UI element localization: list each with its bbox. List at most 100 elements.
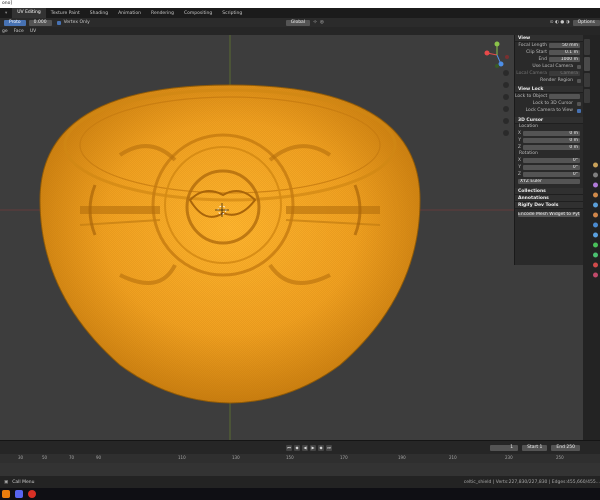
start-frame-label: Start [527, 444, 539, 450]
use-local-camera-checkbox[interactable] [577, 64, 581, 69]
cursor-z-field[interactable]: 0 m [523, 145, 580, 150]
workspace-tabs: ▾ UV Editing Texture Paint Shading Anima… [0, 8, 600, 18]
cursor-z-label: Z [517, 145, 521, 150]
menu-item-face[interactable]: Face [14, 29, 24, 34]
tick-label: 230 [505, 455, 513, 460]
sidebar-tab-item[interactable] [584, 39, 590, 55]
tab-animation[interactable]: Animation [113, 11, 146, 16]
rotation-z-field[interactable]: 0° [523, 172, 580, 177]
jump-end-icon[interactable]: ⏭ [326, 444, 333, 451]
mouse-icon: ▣ [4, 479, 9, 485]
window-title: ono] [2, 1, 13, 6]
browser-icon[interactable] [28, 490, 36, 498]
shield-mesh [39, 84, 421, 404]
clip-end-field[interactable]: 1000 m [549, 57, 580, 62]
rotation-x-field[interactable]: 0° [523, 158, 580, 163]
start-frame-field[interactable]: Start 1 [522, 444, 548, 451]
rotation-z-label: Z [517, 172, 521, 177]
texture-icon [593, 272, 598, 278]
end-frame-value: 250 [566, 444, 575, 450]
output-icon [593, 182, 598, 188]
menu-item-ge[interactable]: ge [2, 29, 8, 34]
menu-item-uv[interactable]: UV [30, 29, 36, 34]
next-keyframe-icon[interactable]: ◆ [318, 444, 325, 451]
lock-camera-to-view-label: Lock Camera to View [525, 108, 573, 113]
timeline-ruler[interactable]: 30 50 70 90 110 130 150 170 190 210 230 … [0, 454, 600, 463]
current-frame-field[interactable]: 1 [490, 444, 519, 451]
lock-to-3d-cursor-checkbox[interactable] [577, 101, 581, 106]
lock-to-object-label: Lock to Object [515, 94, 548, 99]
blender-icon[interactable] [2, 490, 10, 498]
os-taskbar [0, 488, 600, 500]
jump-start-icon[interactable]: ⏮ [286, 444, 293, 451]
lock-to-3d-cursor-label: Lock to 3D Cursor [532, 101, 573, 106]
rigify-panel-title[interactable]: Rigify Dev Tools [515, 202, 583, 209]
tick-label: 250 [556, 455, 564, 460]
end-frame-label: End [556, 444, 565, 450]
tab-shading[interactable]: Shading [85, 11, 113, 16]
3d-viewport[interactable] [0, 35, 600, 440]
tick-label: 110 [178, 455, 186, 460]
options-dropdown[interactable]: Options [572, 19, 600, 26]
play-icon[interactable]: ▶ [310, 444, 317, 451]
tick-label: 210 [449, 455, 457, 460]
viewport-nav-buttons [503, 70, 509, 136]
prev-keyframe-icon[interactable]: ◆ [294, 444, 301, 451]
tick-label: 150 [286, 455, 294, 460]
viewport-canvas[interactable] [0, 35, 600, 440]
playback-controls: ⏮ ◆ ◀ ▶ ◆ ⏭ [286, 444, 333, 451]
cursor-x-label: X [517, 131, 521, 136]
lock-camera-to-view-checkbox[interactable] [577, 108, 581, 113]
3d-cursor-panel-title[interactable]: 3D Cursor [515, 117, 583, 124]
properties-editor-tabs [591, 160, 600, 310]
rotation-x-label: X [517, 158, 521, 163]
focal-length-field[interactable]: 50 mm [549, 43, 580, 48]
local-camera-label: Local Camera [516, 71, 547, 76]
collections-panel-title[interactable]: Collections [515, 188, 583, 195]
tab-compositing[interactable]: Compositing [179, 11, 217, 16]
sidebar-tab-tool[interactable] [584, 57, 590, 71]
material-icon [593, 262, 598, 268]
cursor-x-field[interactable]: 0 m [523, 131, 580, 136]
rotation-y-field[interactable]: 0° [523, 165, 580, 170]
cursor-y-field[interactable]: 0 m [523, 138, 580, 143]
menu-item-file[interactable]: ▾ [0, 11, 12, 16]
value-field[interactable]: 0.000 [28, 19, 52, 26]
local-camera-field[interactable]: Camera [549, 71, 580, 76]
viewport-shading-icons[interactable]: ⊙ ◐ ● ◑ [550, 20, 570, 25]
snap-icon[interactable]: ⊹ [313, 20, 317, 25]
sidebar-tab-view[interactable] [584, 73, 590, 87]
chat-app-icon[interactable] [15, 490, 23, 498]
mode-menu-bar: ge Face UV [0, 27, 600, 35]
render-region-checkbox[interactable] [577, 78, 581, 83]
tick-label: 50 [42, 455, 48, 460]
transform-orientation-dropdown[interactable]: Global [285, 19, 311, 26]
view-lock-panel-title[interactable]: View Lock [515, 86, 583, 93]
modifier-icon [593, 222, 598, 228]
lock-to-object-field[interactable] [549, 94, 580, 99]
tab-rendering[interactable]: Rendering [146, 11, 179, 16]
play-reverse-icon[interactable]: ◀ [302, 444, 309, 451]
tick-label: 30 [18, 455, 24, 460]
timeline-track[interactable] [0, 463, 600, 476]
use-local-camera-label: Use Local Camera [532, 64, 573, 69]
rotation-mode-dropdown[interactable]: XYZ Euler [518, 179, 580, 184]
mode-dropdown[interactable]: Proto [4, 19, 26, 26]
status-bar: ▣ Call Menu celtic_shield | Verts:227,83… [0, 476, 600, 488]
clip-start-field[interactable]: 0.1 m [549, 50, 580, 55]
rotation-y-label: Y [518, 165, 521, 170]
annotations-panel-title[interactable]: Annotations [515, 195, 583, 202]
properties-tab-icons [593, 162, 598, 278]
proportional-icon[interactable]: ◎ [320, 20, 324, 25]
tab-uv-editing[interactable]: UV Editing [12, 8, 46, 18]
encode-mesh-widget-button[interactable]: Encode Mesh Widget to Python [518, 212, 580, 217]
tick-label: 90 [96, 455, 102, 460]
tab-texture-paint[interactable]: Texture Paint [46, 11, 85, 16]
sidebar-tab-edit[interactable] [584, 89, 590, 103]
vertex-only-checkbox[interactable] [56, 20, 61, 25]
tab-scripting[interactable]: Scripting [217, 11, 247, 16]
tick-label: 170 [340, 455, 348, 460]
view-panel-title[interactable]: View [515, 35, 583, 42]
start-frame-value: 1 [539, 444, 543, 450]
end-frame-field[interactable]: End 250 [551, 444, 580, 451]
